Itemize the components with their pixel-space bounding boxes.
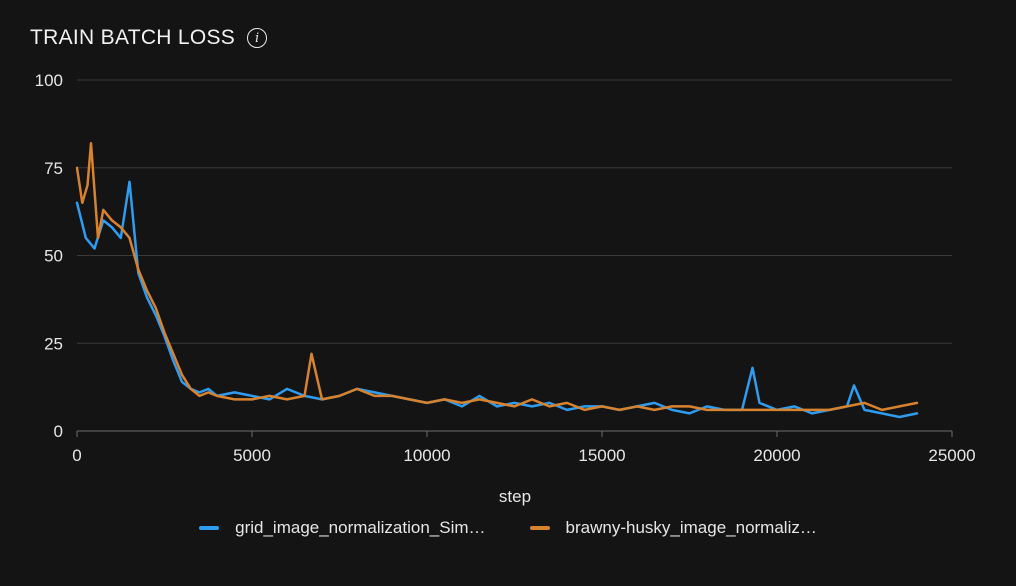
x-axis-label: step — [499, 487, 531, 506]
x-tick-label: 0 — [72, 446, 81, 465]
series-line-1[interactable] — [75, 180, 919, 419]
legend: grid_image_normalization_Sim… brawny-husk… — [0, 518, 1016, 538]
legend-swatch — [529, 526, 550, 530]
x-tick-label: 25000 — [928, 446, 975, 465]
gridlines — [77, 79, 952, 432]
x-tick-label: 5000 — [233, 446, 271, 465]
legend-item-2[interactable]: brawny-husky_image_normaliz… — [529, 518, 817, 538]
legend-label: brawny-husky_image_normaliz… — [565, 518, 817, 537]
y-tick-label: 50 — [44, 247, 63, 266]
legend-swatch — [199, 526, 220, 530]
x-tick-label: 20000 — [753, 446, 800, 465]
series-line-2[interactable] — [75, 141, 919, 412]
series-lines — [75, 141, 919, 419]
y-tick-label: 25 — [44, 334, 63, 353]
y-tick-label: 100 — [35, 71, 63, 90]
y-tick-label: 75 — [44, 159, 63, 178]
x-tick-label: 15000 — [578, 446, 625, 465]
x-tick-label: 10000 — [403, 446, 450, 465]
chart-card: TRAIN BATCH LOSS i 0 25 50 75 100 0 5000 10000 1… — [0, 0, 1016, 586]
legend-label: grid_image_normalization_Sim… — [235, 518, 486, 537]
line-chart: 0 25 50 75 100 0 5000 10000 15000 20000 25000 step — [35, 71, 976, 506]
legend-item-1[interactable]: grid_image_normalization_Sim… — [199, 518, 486, 538]
y-tick-label: 0 — [54, 422, 63, 441]
